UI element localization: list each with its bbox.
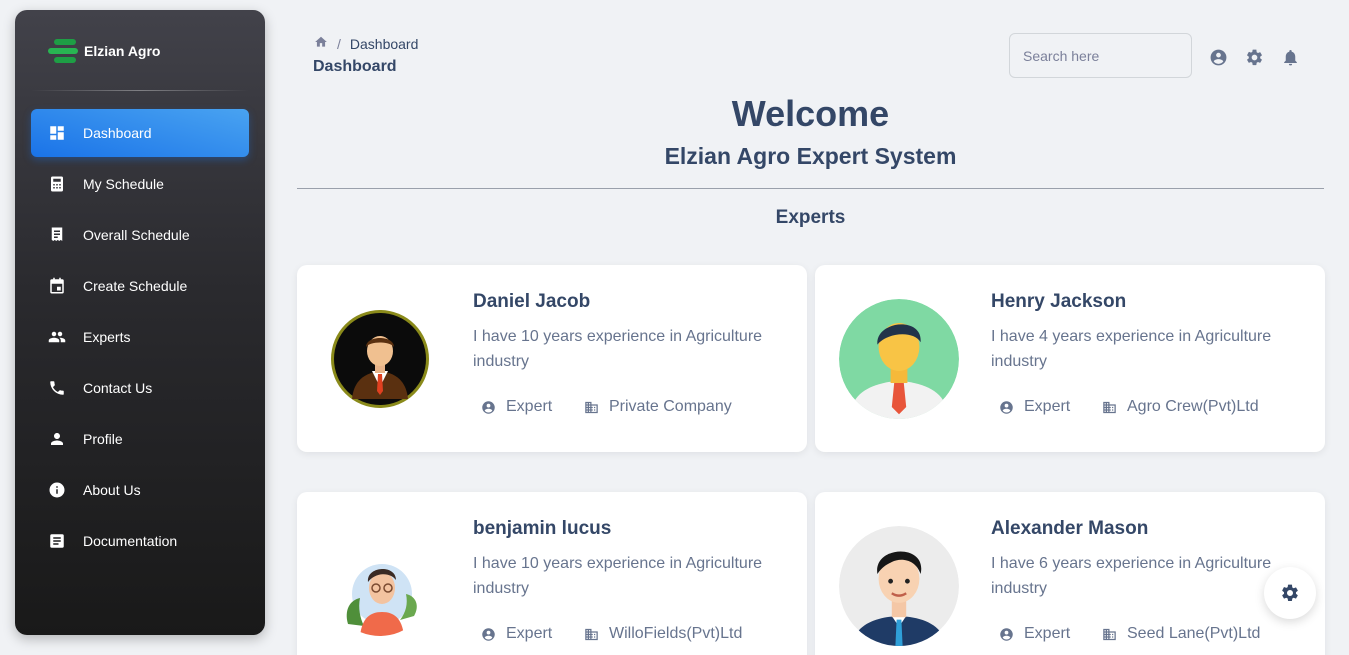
experts-section-title: Experts (775, 207, 846, 228)
account-circle-icon (1000, 627, 1013, 641)
sidebar-item-overall-schedule[interactable]: Overall Schedule (31, 211, 249, 259)
sidebar-item-about-us[interactable]: About Us (31, 466, 249, 514)
expert-description: I have 4 years experience in Agriculture… (991, 328, 1272, 370)
expert-description: I have 6 years experience in Agriculture… (991, 555, 1272, 597)
sidebar-item-label: Overall Schedule (83, 227, 190, 243)
expert-company-label: Private Company (609, 398, 732, 415)
info-icon (48, 481, 66, 499)
sidebar-item-my-schedule[interactable]: My Schedule (31, 160, 249, 208)
expert-avatar (330, 309, 430, 409)
expert-company: Agro Crew(Pvt)Ltd (1102, 398, 1259, 416)
calculator-icon (48, 175, 66, 193)
expert-role-label: Expert (506, 398, 553, 415)
expert-card[interactable]: benjamin lucus I have 10 years experienc… (297, 492, 807, 655)
sidebar-item-create-schedule[interactable]: Create Schedule (31, 262, 249, 310)
expert-name: Alexander Mason (991, 518, 1149, 539)
sidebar-item-label: Profile (83, 431, 123, 447)
brand-name: Elzian Agro (84, 43, 161, 59)
receipt-icon (48, 226, 66, 244)
expert-company-label: Agro Crew(Pvt)Ltd (1127, 398, 1259, 415)
expert-company-label: WilloFields(Pvt)Ltd (609, 625, 743, 642)
subtitle-heading: Elzian Agro Expert System (664, 143, 957, 169)
account-circle-icon (482, 627, 495, 641)
expert-company: Private Company (584, 398, 732, 416)
company-icon (1103, 401, 1116, 413)
sidebar-item-label: My Schedule (83, 176, 164, 192)
configurator-button[interactable] (1264, 567, 1316, 619)
account-circle-icon (482, 400, 495, 414)
expert-name: Daniel Jacob (473, 291, 591, 312)
expert-card[interactable]: Daniel Jacob I have 10 years experience … (297, 265, 807, 452)
expert-avatar (839, 299, 959, 419)
sidebar-divider (31, 90, 249, 91)
sidebar-nav: Dashboard My Schedule Overall Schedule C… (31, 109, 249, 568)
company-icon (585, 628, 598, 640)
expert-company: WilloFields(Pvt)Ltd (584, 625, 742, 643)
sidebar-item-experts[interactable]: Experts (31, 313, 249, 361)
expert-role: Expert (999, 398, 1070, 416)
sidebar-item-label: Experts (83, 329, 131, 345)
expert-role-label: Expert (1024, 398, 1071, 415)
expert-name: Henry Jackson (991, 291, 1127, 312)
expert-avatar (330, 536, 430, 636)
company-icon (585, 401, 598, 413)
sidebar-item-label: About Us (83, 482, 141, 498)
home-icon[interactable] (314, 35, 328, 52)
sidebar-item-profile[interactable]: Profile (31, 415, 249, 463)
expert-description: I have 10 years experience in Agricultur… (473, 328, 763, 370)
people-icon (48, 328, 66, 346)
expert-card[interactable]: Henry Jackson I have 4 years experience … (815, 265, 1325, 452)
breadcrumb-current: Dashboard (349, 35, 419, 52)
phone-icon (48, 379, 66, 397)
document-icon (48, 532, 66, 550)
bell-icon[interactable] (1280, 47, 1300, 67)
account-circle-icon (1000, 400, 1013, 414)
section-divider (297, 188, 1324, 189)
expert-role-label: Expert (1024, 625, 1071, 642)
calendar-icon (48, 277, 66, 295)
sidebar-item-label: Contact Us (83, 380, 153, 396)
brand-logo-icon (48, 37, 78, 65)
expert-name: benjamin lucus (473, 518, 612, 539)
company-icon (1103, 628, 1116, 640)
brand[interactable]: Elzian Agro (48, 37, 161, 65)
page-title: Dashboard (313, 58, 397, 75)
gear-icon (1282, 584, 1298, 601)
expert-role: Expert (481, 625, 552, 643)
gear-icon[interactable] (1244, 47, 1264, 67)
sidebar-item-label: Create Schedule (83, 278, 188, 294)
breadcrumb-separator: / (337, 35, 341, 52)
person-icon (48, 430, 66, 448)
expert-card[interactable]: Alexander Mason I have 6 years experienc… (815, 492, 1325, 655)
expert-company-label: Seed Lane(Pvt)Ltd (1127, 625, 1261, 642)
sidebar-item-documentation[interactable]: Documentation (31, 517, 249, 565)
sidebar-item-label: Dashboard (83, 125, 152, 141)
search-input[interactable] (1009, 33, 1192, 78)
expert-role: Expert (481, 398, 552, 416)
expert-description: I have 10 years experience in Agricultur… (473, 555, 763, 597)
sidebar: Elzian Agro Dashboard My Schedule Overal… (15, 10, 265, 635)
account-circle-icon[interactable] (1208, 47, 1228, 67)
welcome-heading: Welcome (731, 93, 890, 134)
sidebar-item-dashboard[interactable]: Dashboard (31, 109, 249, 157)
expert-company: Seed Lane(Pvt)Ltd (1102, 625, 1260, 643)
expert-role: Expert (999, 625, 1070, 643)
expert-role-label: Expert (506, 625, 553, 642)
expert-avatar (839, 526, 959, 646)
breadcrumb: / Dashboard (314, 35, 418, 52)
dashboard-icon (48, 124, 66, 142)
sidebar-item-label: Documentation (83, 533, 178, 549)
sidebar-item-contact-us[interactable]: Contact Us (31, 364, 249, 412)
